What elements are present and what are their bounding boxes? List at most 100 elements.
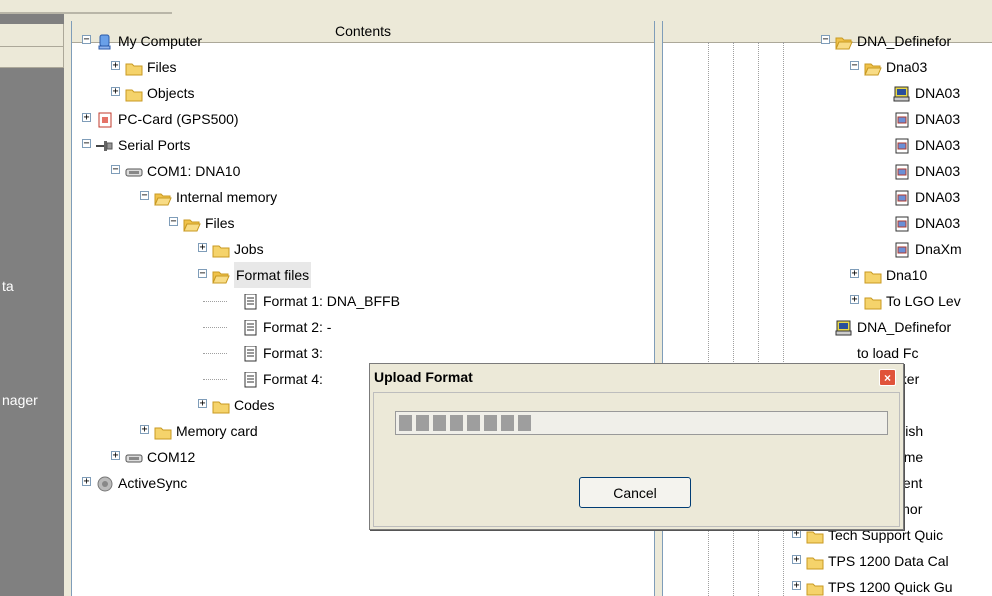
folder-icon	[212, 240, 230, 258]
folder-open-icon	[864, 58, 882, 76]
right-tree-label: DNA03	[915, 163, 961, 179]
right-tree-label: DNA03	[915, 85, 961, 101]
right-tree-row[interactable]: DNA03	[663, 106, 992, 132]
computer-icon	[96, 32, 114, 50]
tree-row[interactable]: − Format files	[72, 262, 652, 288]
left-panel-header	[0, 24, 64, 47]
document-icon	[241, 318, 259, 336]
right-tree-row[interactable]: DNA03	[663, 184, 992, 210]
folder-open-icon	[835, 32, 853, 50]
serial-port-icon	[96, 136, 114, 152]
document-icon	[241, 292, 259, 310]
right-tree-row[interactable]: DNA_Definefor	[663, 314, 992, 340]
dialog-titlebar[interactable]: Upload Format ×	[370, 364, 903, 391]
activesync-icon	[96, 474, 114, 492]
expand-icon[interactable]: +	[82, 113, 91, 123]
expand-icon[interactable]: +	[198, 243, 207, 253]
expand-icon[interactable]: +	[792, 581, 801, 591]
right-tree-label: TPS 1200 Data Cal	[828, 553, 949, 569]
right-tree-row[interactable]: DNA03	[663, 132, 992, 158]
collapse-icon[interactable]: −	[821, 35, 830, 45]
tree-row[interactable]: Format 2: -	[72, 314, 652, 340]
document-icon	[241, 344, 259, 362]
folder-icon	[864, 266, 882, 284]
tree-label: PC-Card (GPS500)	[118, 111, 239, 127]
right-tree-row[interactable]: DnaXm	[663, 236, 992, 262]
expand-icon[interactable]: +	[850, 295, 859, 305]
expand-icon[interactable]: +	[140, 425, 149, 435]
document-icon	[241, 370, 259, 388]
left-panel-item-data[interactable]: ta	[2, 278, 14, 294]
tree-connector	[203, 301, 227, 302]
right-tree-row[interactable]: − Dna03	[663, 54, 992, 80]
right-tree-label: TPS 1200 Quick Gu	[828, 579, 953, 595]
tree-label: Format 4:	[263, 371, 323, 387]
collapse-icon[interactable]: −	[111, 165, 120, 175]
tree-row[interactable]: − My Computer	[72, 28, 652, 54]
progress-block	[416, 415, 429, 431]
cancel-button[interactable]: Cancel	[579, 477, 691, 508]
tree-row[interactable]: + Files	[72, 54, 652, 80]
collapse-icon[interactable]: −	[82, 139, 91, 149]
tree-label: Memory card	[176, 423, 258, 439]
expand-icon[interactable]: +	[850, 269, 859, 279]
expand-icon[interactable]: +	[82, 477, 91, 487]
collapse-icon[interactable]: −	[169, 217, 178, 227]
tree-row[interactable]: − Files	[72, 210, 652, 236]
right-tree-label: DNA03	[915, 111, 961, 127]
port-icon	[125, 448, 143, 464]
expand-icon[interactable]: +	[198, 399, 207, 409]
file-icon	[893, 110, 911, 128]
right-tree-row[interactable]: DNA03	[663, 80, 992, 106]
right-tree-label: DNA03	[915, 137, 961, 153]
right-tree-row[interactable]: + TPS 1200 Data Cal	[663, 548, 992, 574]
progress-block	[501, 415, 514, 431]
tree-row[interactable]: + PC-Card (GPS500)	[72, 106, 652, 132]
right-tree-row[interactable]: DNA03	[663, 210, 992, 236]
tree-row[interactable]: Format 1: DNA_BFFB	[72, 288, 652, 314]
right-tree-row[interactable]: DNA03	[663, 158, 992, 184]
file-special-icon	[893, 84, 911, 102]
tree-connector	[203, 379, 227, 380]
collapse-icon[interactable]: −	[198, 269, 207, 279]
folder-icon	[806, 578, 824, 596]
expand-icon[interactable]: +	[111, 61, 120, 71]
tree-label: COM12	[147, 449, 196, 465]
expand-icon[interactable]: +	[111, 451, 120, 461]
tree-row[interactable]: + Jobs	[72, 236, 652, 262]
file-special-icon	[835, 318, 853, 336]
folder-icon	[125, 58, 143, 76]
left-panel: ta nager	[0, 14, 64, 596]
left-panel-subheader	[0, 47, 64, 68]
expand-icon[interactable]: +	[111, 87, 120, 97]
expand-icon[interactable]: +	[792, 555, 801, 565]
right-tree-row[interactable]: + To LGO Lev	[663, 288, 992, 314]
folder-icon	[125, 84, 143, 102]
collapse-icon[interactable]: −	[850, 61, 859, 71]
right-tree-label: Dna10	[886, 267, 928, 283]
dialog-body: Cancel	[373, 392, 900, 527]
left-panel-item-manager[interactable]: nager	[2, 392, 38, 408]
file-icon	[893, 162, 911, 180]
right-tree-row[interactable]: − DNA_Definefor	[663, 28, 992, 54]
tree-row[interactable]: + Objects	[72, 80, 652, 106]
collapse-icon[interactable]: −	[82, 35, 91, 45]
tree-row[interactable]: − Internal memory	[72, 184, 652, 210]
tree-row[interactable]: − COM1: DNA10	[72, 158, 652, 184]
close-icon[interactable]: ×	[879, 369, 896, 386]
tree-row[interactable]: − Serial Ports	[72, 132, 652, 158]
expand-icon[interactable]: +	[792, 529, 801, 539]
file-icon	[893, 136, 911, 154]
folder-open-icon	[154, 188, 172, 206]
collapse-icon[interactable]: −	[140, 191, 149, 201]
right-tree-label: Dna03	[886, 59, 928, 75]
tree-label: My Computer	[118, 33, 203, 49]
folder-icon	[864, 292, 882, 310]
pc-card-icon	[96, 110, 114, 128]
tree-label: Internal memory	[176, 189, 278, 205]
tree-label: Jobs	[234, 241, 264, 257]
top-tab[interactable]	[0, 0, 172, 14]
dialog-title: Upload Format	[374, 369, 473, 385]
right-tree-row[interactable]: + Dna10	[663, 262, 992, 288]
right-tree-row[interactable]: + TPS 1200 Quick Gu	[663, 574, 992, 596]
